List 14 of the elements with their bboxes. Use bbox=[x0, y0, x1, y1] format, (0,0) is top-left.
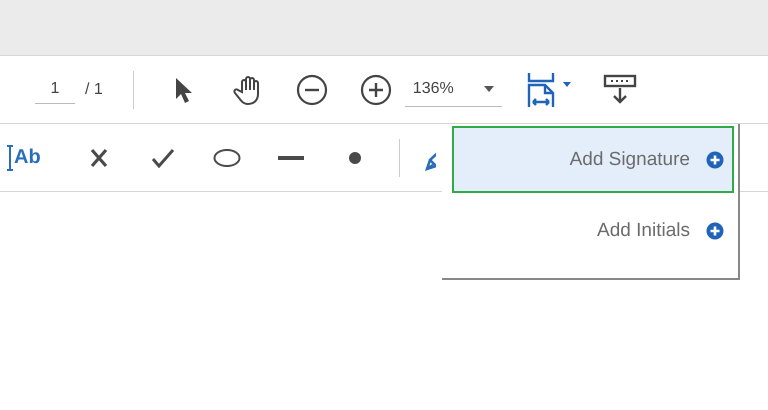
page-number-field[interactable]: 1 bbox=[35, 75, 75, 104]
checkmark-icon bbox=[150, 148, 175, 168]
plus-icon bbox=[706, 222, 724, 240]
zoom-dropdown[interactable]: 136% bbox=[404, 72, 502, 106]
line-icon bbox=[276, 154, 305, 160]
plus-icon bbox=[706, 150, 724, 168]
ellipse-icon bbox=[212, 148, 241, 168]
add-text-tool[interactable]: Ab bbox=[0, 138, 41, 178]
caret-icon bbox=[484, 86, 494, 92]
text-cursor-icon bbox=[6, 144, 14, 170]
menu-item[interactable]: Add Signature bbox=[452, 126, 734, 193]
page-total: / 1 bbox=[85, 80, 103, 98]
cross-icon bbox=[90, 148, 108, 168]
dot-icon bbox=[348, 150, 362, 164]
